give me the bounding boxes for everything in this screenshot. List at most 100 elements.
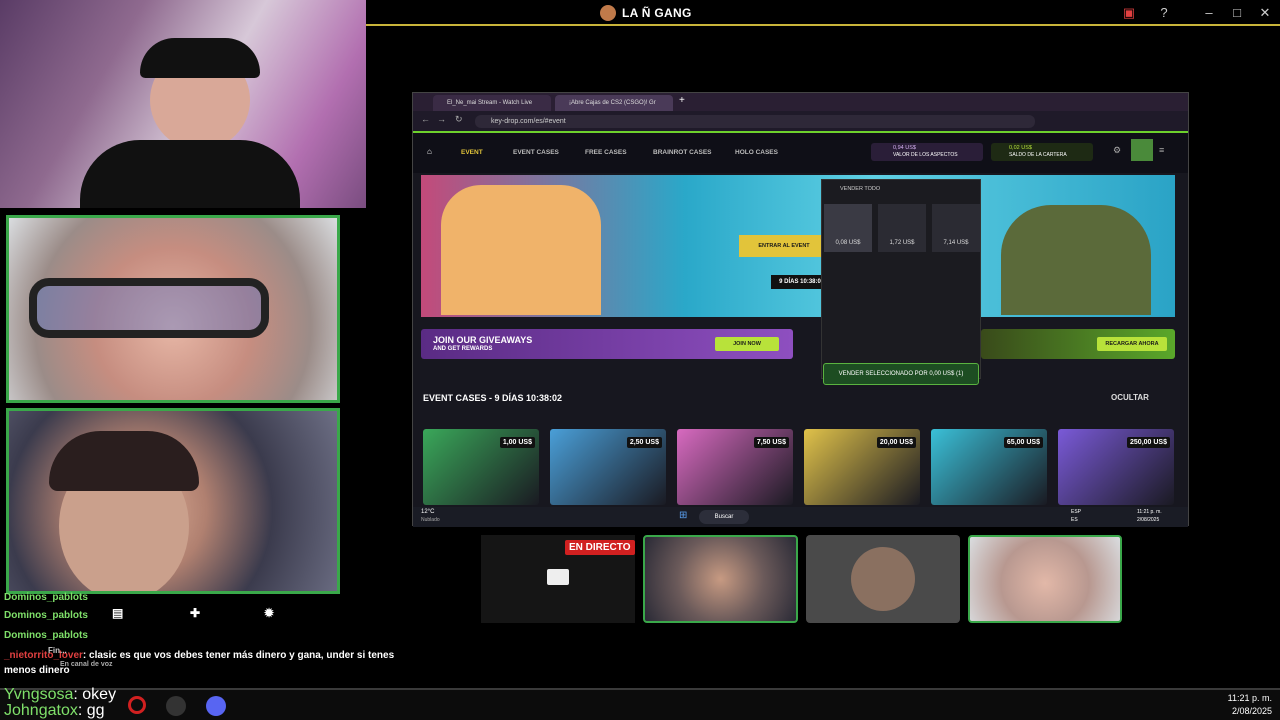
taskbar-time: 11:21 p. m. (1137, 509, 1162, 515)
back-icon[interactable]: ← (421, 114, 430, 124)
event-banner[interactable]: ENTRAR AL EVENT 9 DÍAS 10:38:0 (421, 175, 1175, 317)
chat-username: Dominos_pablots (4, 630, 88, 641)
screen-share-tile[interactable]: EN DIRECTO (481, 535, 635, 623)
taskbar-date: 2/08/2025 (1137, 517, 1160, 523)
case-price: 65,00 US$ (1003, 437, 1043, 448)
giveaway-banner[interactable]: JOIN OUR GIVEAWAYS AND GET REWARDS JOIN … (421, 329, 793, 359)
clock-date: 2/08/2025 (1231, 706, 1272, 716)
nav-holo-cases[interactable]: HOLO CASES (735, 149, 778, 156)
wallet-label: SALDO DE LA CARTERA (1009, 152, 1067, 158)
giveaway-title: JOIN OUR GIVEAWAYS (433, 335, 533, 345)
case-price: 1,00 US$ (499, 437, 535, 448)
sell-selected-button[interactable]: VENDER SELECCIONADO POR 0,00 US$ (1) (823, 363, 979, 385)
wallet-balance: 0,02 US$ (1009, 145, 1032, 151)
chat-username: _nietorrito_lover (4, 650, 83, 661)
shirt (80, 140, 300, 208)
close-icon[interactable]: ✕ (1256, 4, 1274, 22)
webcam-participant-1[interactable] (6, 215, 340, 403)
windows-start-icon[interactable]: ⊞ (679, 510, 687, 521)
chat-message: Johngatox: gg (4, 702, 105, 720)
case-card[interactable]: 20,00 US$ (804, 429, 920, 505)
nav-event[interactable]: EVENT (461, 149, 483, 156)
taskbar-lang-sub: ES (1071, 517, 1078, 523)
case-price: 250,00 US$ (1127, 437, 1170, 448)
server-avatar-icon (600, 5, 616, 21)
chat-username: Johngatox (4, 702, 78, 719)
clock-time: 11:21 p. m. (1227, 693, 1272, 703)
sell-all-link[interactable]: VENDER TODO (840, 186, 880, 192)
stream-icon[interactable]: ▤ (112, 606, 123, 620)
participant-tile-3[interactable] (968, 535, 1122, 623)
case-price: 20,00 US$ (876, 437, 916, 448)
chat-username: Dominos_pablots (4, 610, 88, 621)
screen-share-icon (547, 569, 569, 585)
settings-icon[interactable]: ⚙ (1113, 145, 1121, 156)
case-price: 7,50 US$ (753, 437, 789, 448)
giveaway-subtitle: AND GET REWARDS (433, 346, 493, 352)
weather-temp: 12°C (421, 509, 435, 515)
obs-icon[interactable] (166, 696, 186, 716)
menu-icon[interactable]: ≡ (1159, 145, 1164, 155)
cap (140, 38, 260, 78)
case-card[interactable]: 2,50 US$ (550, 429, 666, 505)
home-icon[interactable]: ⌂ (427, 147, 432, 156)
skins-value-box[interactable]: 0,94 US$ VALOR DE LOS ASPECTOS (871, 143, 983, 161)
enter-event-button[interactable]: ENTRAR AL EVENT (739, 235, 829, 257)
new-tab-icon[interactable]: + (679, 95, 685, 106)
wallet-box[interactable]: 0,02 US$ SALDO DE LA CARTERA (991, 143, 1093, 161)
nav-event-cases[interactable]: EVENT CASES (513, 149, 559, 156)
participant-tile-1[interactable] (643, 535, 798, 623)
nav-free-cases[interactable]: FREE CASES (585, 149, 627, 156)
help-icon[interactable]: ? (1155, 4, 1173, 22)
voice-sub: En canal de voz (60, 661, 113, 668)
avatar[interactable] (1131, 139, 1153, 161)
bottom-tray: Yvngsosa: okey Johngatox: gg 11:21 p. m.… (0, 686, 1280, 720)
system-clock: 11:21 p. m. 2/08/2025 (1228, 692, 1272, 718)
case-card[interactable]: 7,50 US$ (677, 429, 793, 505)
minimize-icon[interactable]: – (1200, 4, 1218, 22)
tab-strip: El_Ne_mai Stream - Watch Live ¡Abre Caja… (413, 93, 1188, 111)
nav-brainrot-cases[interactable]: BRAINROT CASES (653, 149, 712, 156)
taskbar-lang: ESP (1071, 509, 1082, 515)
participant-tile-2[interactable] (806, 535, 960, 623)
event-cases-title: EVENT CASES - 9 DÍAS 10:38:02 (423, 393, 563, 403)
taskbar-search[interactable]: Buscar (699, 510, 749, 524)
skins-label: VALOR DE LOS ASPECTOS (893, 152, 958, 158)
tab-keydrop[interactable]: ¡Abre Cajas de CS2 (CSGO)! Gr (555, 95, 673, 111)
opera-icon[interactable] (128, 696, 146, 714)
browser-window[interactable]: El_Ne_mai Stream - Watch Live ¡Abre Caja… (412, 92, 1189, 527)
skin-item[interactable]: 7,14 US$ (932, 204, 980, 252)
inbox-icon[interactable]: ▣ (1120, 4, 1138, 22)
webcam-streamer[interactable] (0, 0, 366, 208)
chat-text: : gg (77, 702, 105, 719)
character-right (1001, 205, 1151, 315)
chat-username: Yvngsosa (4, 686, 74, 703)
site-nav: ⌂ EVENT EVENT CASES FREE CASES BRAINROT … (413, 131, 1188, 173)
skin-item[interactable]: 1,72 US$ (878, 204, 926, 252)
url-input[interactable]: key-drop.com/es/#event (475, 115, 1035, 128)
forward-icon[interactable]: → (437, 114, 446, 124)
webcam-participant-2[interactable] (6, 408, 340, 594)
activity-icon[interactable]: ✹ (264, 606, 274, 620)
case-price: 2,50 US$ (626, 437, 662, 448)
case-card[interactable]: 250,00 US$ (1058, 429, 1174, 505)
case-card[interactable]: 65,00 US$ (931, 429, 1047, 505)
chat-text: : okey (73, 686, 117, 703)
avatar (851, 547, 915, 611)
recharge-banner[interactable]: RECARGAR AHORA (981, 329, 1175, 359)
gamepad-icon[interactable]: ✚ (190, 606, 200, 620)
reload-icon[interactable]: ↻ (455, 114, 463, 125)
recharge-button[interactable]: RECARGAR AHORA (1097, 337, 1167, 351)
sell-panel: VENDER TODO 0,08 US$ 1,72 US$ 7,14 US$ (821, 179, 981, 379)
join-now-button[interactable]: JOIN NOW (715, 337, 779, 351)
live-badge: EN DIRECTO (565, 540, 635, 555)
hair (49, 431, 199, 491)
tab-stream[interactable]: El_Ne_mai Stream - Watch Live (433, 95, 551, 111)
discord-icon[interactable] (206, 696, 226, 716)
chat-username: Dominos_pablots (4, 592, 88, 603)
hide-toggle[interactable]: OCULTAR (1111, 393, 1149, 402)
case-card[interactable]: 1,00 US$ (423, 429, 539, 505)
maximize-icon[interactable]: □ (1228, 4, 1246, 22)
skin-item[interactable]: 0,08 US$ (824, 204, 872, 252)
windows-taskbar: 12°C Nublado ⊞ Buscar ESP ES 11:21 p. m.… (413, 507, 1188, 527)
